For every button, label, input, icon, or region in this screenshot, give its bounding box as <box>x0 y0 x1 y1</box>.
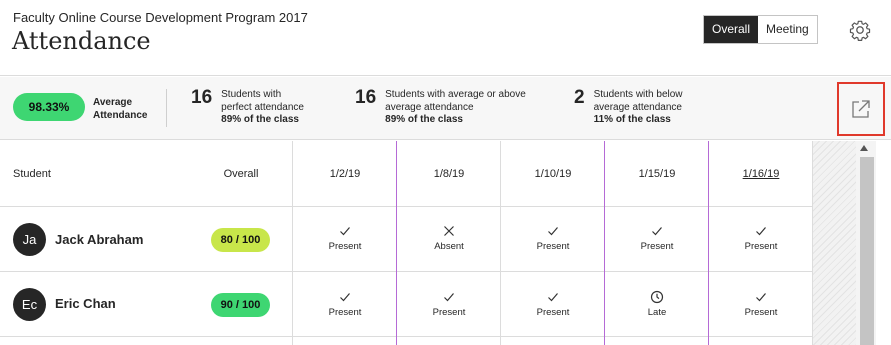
overall-grade-badge[interactable]: 90 / 100 <box>211 293 270 317</box>
average-attendance-badge: 98.33% <box>13 93 85 121</box>
avatar: Ja <box>13 223 46 256</box>
table-empty-area <box>813 141 856 345</box>
attendance-cell[interactable]: Present <box>501 224 605 252</box>
column-header-date[interactable]: 1/15/19 <box>605 141 709 207</box>
student-name[interactable]: Jack Abraham <box>55 232 143 247</box>
stat-line: average attendance <box>385 101 474 113</box>
attendance-cell[interactable]: Late <box>605 290 709 318</box>
row-divider <box>0 206 813 207</box>
average-attendance-label: Average Attendance <box>93 97 148 121</box>
gear-icon[interactable] <box>849 19 871 41</box>
attendance-cell[interactable]: Present <box>501 290 605 318</box>
column-header-date[interactable]: 1/16/19 <box>709 141 813 207</box>
attendance-cell[interactable]: Present <box>293 290 397 318</box>
check-icon <box>548 227 558 236</box>
stat-share: 89% of the class <box>221 114 299 125</box>
check-icon <box>340 293 350 302</box>
student-name[interactable]: Eric Chan <box>55 296 116 311</box>
attendance-summary-bar: 98.33% Average Attendance 16 Students wi… <box>0 77 891 140</box>
course-name: Faculty Online Course Development Progra… <box>13 10 308 25</box>
check-icon <box>548 293 558 302</box>
stat-share: 89% of the class <box>385 114 463 125</box>
stat-perfect-attendance: 16 Students with perfect attendance 89% … <box>191 87 304 127</box>
stats-divider <box>166 89 167 127</box>
clock-icon <box>650 290 664 304</box>
attendance-cell[interactable]: Present <box>605 224 709 252</box>
open-in-new-window-button[interactable] <box>837 82 885 136</box>
stat-line: average attendance <box>593 101 682 113</box>
scrollbar-thumb[interactable] <box>860 157 874 345</box>
overall-grade-badge[interactable]: 80 / 100 <box>211 228 270 252</box>
stat-average-or-above: 16 Students with average or above averag… <box>355 87 526 127</box>
attendance-cell[interactable]: Present <box>709 290 813 318</box>
page-header: Faculty Online Course Development Progra… <box>0 0 891 76</box>
scroll-up-arrow-icon[interactable] <box>860 145 868 151</box>
row-divider <box>0 271 813 272</box>
stat-share: 11% of the class <box>593 114 671 125</box>
attendance-cell[interactable]: Present <box>293 224 397 252</box>
column-header-date[interactable]: 1/10/19 <box>501 141 605 207</box>
stat-count: 16 <box>355 87 377 108</box>
attendance-cell[interactable]: Absent <box>397 224 501 252</box>
check-icon <box>756 227 766 236</box>
page-title: Attendance <box>12 27 151 55</box>
stat-below-average: 2 Students with below average attendance… <box>574 87 683 127</box>
check-icon <box>444 293 454 302</box>
stat-line: Students with average or above <box>385 89 526 100</box>
x-icon <box>444 226 454 236</box>
stat-count: 16 <box>191 87 213 108</box>
column-header-date[interactable]: 1/2/19 <box>293 141 397 207</box>
attendance-table: Student Overall 1/2/19 1/8/19 1/10/19 1/… <box>0 141 891 345</box>
view-toggle: Overall Meeting <box>703 15 818 44</box>
check-icon <box>340 227 350 236</box>
stat-line: Students with below <box>593 89 683 100</box>
check-icon <box>756 293 766 302</box>
column-header-overall[interactable]: Overall <box>190 141 292 207</box>
column-header-student[interactable]: Student <box>13 168 51 180</box>
row-divider <box>0 336 813 337</box>
overall-toggle-button[interactable]: Overall <box>704 16 759 43</box>
column-header-date[interactable]: 1/8/19 <box>397 141 501 207</box>
stat-line: perfect attendance <box>221 101 304 113</box>
stat-line: Students with <box>221 89 282 100</box>
attendance-cell[interactable]: Present <box>397 290 501 318</box>
stat-count: 2 <box>574 87 585 108</box>
meeting-toggle-button[interactable]: Meeting <box>758 16 817 43</box>
check-icon <box>652 227 662 236</box>
avatar: Ec <box>13 288 46 321</box>
attendance-cell[interactable]: Present <box>709 224 813 252</box>
external-link-icon <box>852 100 870 118</box>
